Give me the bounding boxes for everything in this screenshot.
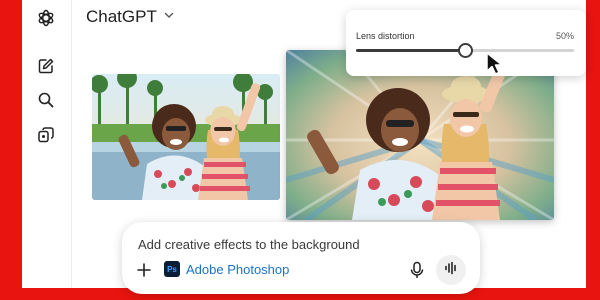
photoshop-logo-icon: Ps: [164, 261, 180, 277]
microphone-icon[interactable]: [410, 261, 424, 279]
slider-thumb[interactable]: [458, 43, 473, 58]
lens-distortion-slider[interactable]: [356, 43, 574, 58]
openai-logo-icon[interactable]: [35, 7, 57, 29]
original-photo: [92, 74, 280, 200]
search-icon[interactable]: [35, 89, 57, 111]
sidebar: [22, 0, 72, 288]
slider-label: Lens distortion: [356, 31, 415, 41]
app-title: ChatGPT: [86, 7, 157, 26]
mouse-pointer-icon: [485, 51, 507, 77]
prompt-composer[interactable]: Add creative effects to the background P…: [122, 222, 480, 294]
plus-icon[interactable]: [136, 262, 152, 278]
voice-mode-button[interactable]: [436, 255, 466, 285]
tool-name: Adobe Photoshop: [186, 261, 290, 277]
chevron-down-icon: [163, 8, 175, 26]
slider-fill: [356, 49, 465, 52]
lens-distortion-panel: Lens distortion 50%: [346, 10, 586, 76]
model-switcher[interactable]: ChatGPT: [86, 7, 175, 27]
chat-window: ChatGPT Lens distortion 50% Add creative…: [22, 0, 586, 294]
photoshop-tool-chip[interactable]: Ps Adobe Photoshop: [164, 261, 289, 277]
waveform-icon: [444, 261, 458, 280]
prompt-text[interactable]: Add creative effects to the background: [138, 237, 360, 252]
new-chat-icon[interactable]: [35, 55, 57, 77]
slider-value: 50%: [555, 31, 574, 41]
library-icon[interactable]: [35, 124, 57, 146]
